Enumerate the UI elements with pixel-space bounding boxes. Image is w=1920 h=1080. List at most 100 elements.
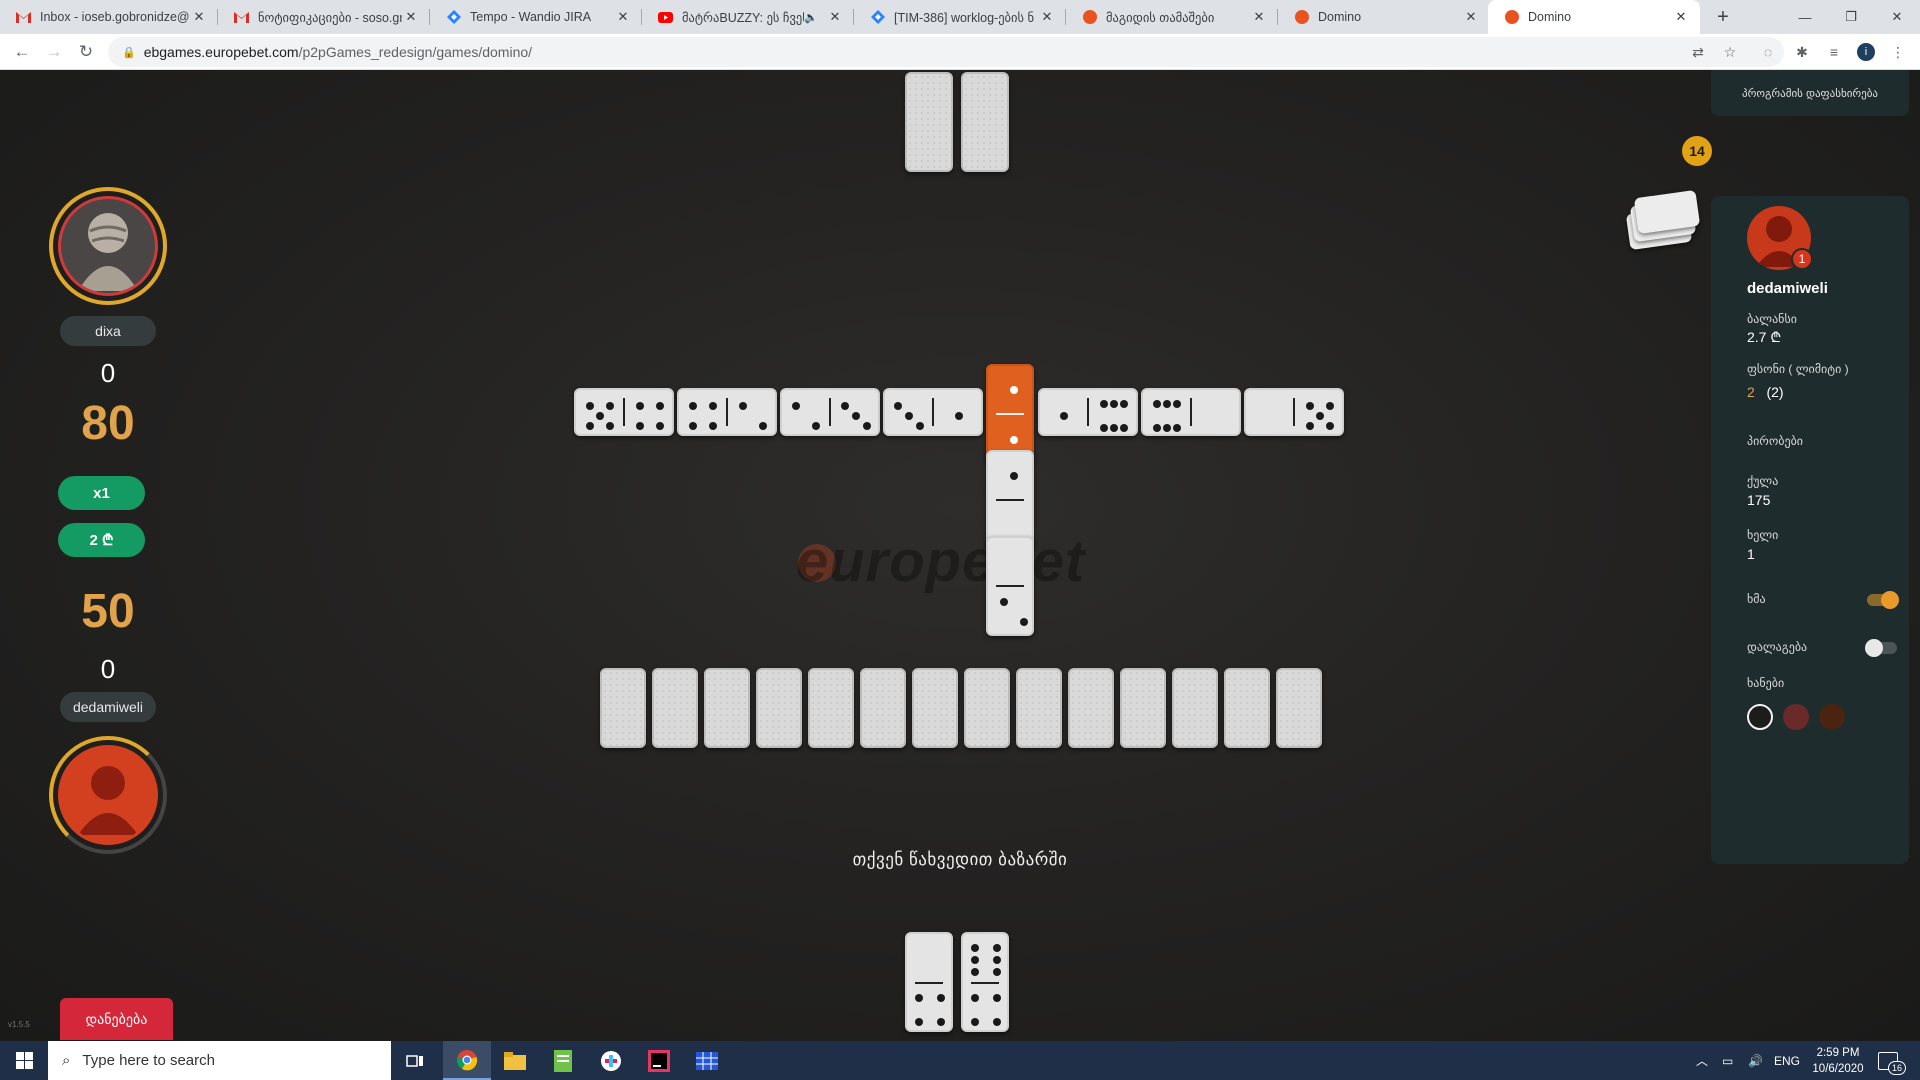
tab-jira-worklog[interactable]: [TIM-386] worklog-ების ნ ✕: [854, 0, 1066, 34]
close-tab-icon[interactable]: ✕: [1038, 8, 1056, 26]
search-icon: ⌕: [62, 1052, 71, 1069]
hand-domino[interactable]: [964, 668, 1010, 748]
close-tab-icon[interactable]: ✕: [402, 8, 420, 26]
search-placeholder: Type here to search: [82, 1052, 215, 1069]
europebet-icon: [1082, 10, 1097, 25]
boneyard-stack[interactable]: [1625, 189, 1701, 251]
tab-title: მაგიდის თამაშები: [1106, 10, 1215, 25]
opponent-points: 0: [100, 358, 116, 388]
hand-domino[interactable]: [704, 668, 750, 748]
tray-chevron-icon[interactable]: ︿: [1696, 1041, 1708, 1080]
language-indicator[interactable]: ENG: [1774, 1041, 1800, 1080]
close-tab-icon[interactable]: ✕: [826, 8, 844, 26]
hand-domino[interactable]: [600, 668, 646, 748]
tab-domino-active[interactable]: Domino ✕: [1488, 0, 1700, 34]
windows-start-icon[interactable]: [0, 1041, 48, 1080]
tab-title: მატრაBUZZY: ეს ჩვენ: [682, 10, 805, 25]
close-tab-icon[interactable]: ✕: [190, 8, 208, 26]
hand-domino[interactable]: [1068, 668, 1114, 748]
hand-domino[interactable]: [1224, 668, 1270, 748]
youtube-icon: [658, 10, 673, 25]
drawn-domino[interactable]: [961, 932, 1009, 1032]
close-tab-icon[interactable]: ✕: [1462, 8, 1480, 26]
color-swatch-maroon[interactable]: [1783, 704, 1809, 730]
hand-domino[interactable]: [1276, 668, 1322, 748]
multiplier-badge: x1: [58, 476, 145, 510]
extension-icon[interactable]: ◌: [1758, 42, 1778, 62]
rules-button[interactable]: პროგრამის დაფასხირება: [1711, 70, 1909, 116]
hand-domino[interactable]: [1120, 668, 1166, 748]
rank-badge: 1: [1791, 248, 1813, 270]
notifications-icon[interactable]: 16: [1878, 1041, 1906, 1080]
intellij-icon[interactable]: [635, 1041, 683, 1080]
tab-title: Tempo - Wandio JIRA: [470, 10, 592, 24]
address-bar[interactable]: 🔒 ebgames.europebet.com/p2pGames_redesig…: [108, 37, 1784, 67]
reload-icon[interactable]: ↻: [74, 40, 98, 64]
hand-domino[interactable]: [1172, 668, 1218, 748]
hand-domino[interactable]: [756, 668, 802, 748]
board-domino: [986, 450, 1034, 550]
minimize-icon[interactable]: —: [1782, 0, 1828, 34]
tab-jira-tempo[interactable]: Tempo - Wandio JIRA ✕: [430, 0, 642, 34]
player-score: 50: [81, 585, 135, 638]
forward-icon[interactable]: →: [42, 40, 66, 64]
taskbar-search[interactable]: ⌕ Type here to search: [48, 1041, 391, 1080]
file-explorer-icon[interactable]: [491, 1041, 539, 1080]
board-domino-double: [986, 364, 1034, 464]
task-view-icon[interactable]: [391, 1041, 439, 1080]
color-swatch-black[interactable]: [1747, 704, 1773, 730]
hand-domino[interactable]: [1016, 668, 1062, 748]
restore-icon[interactable]: ❐: [1828, 0, 1874, 34]
gmail-icon: [234, 10, 249, 25]
balance-label: ბალანსი: [1747, 312, 1797, 326]
volume-icon[interactable]: 🔊: [1748, 1041, 1763, 1080]
hand-domino[interactable]: [860, 668, 906, 748]
notification-count: 16: [1888, 1061, 1906, 1075]
tab-domino[interactable]: Domino ✕: [1278, 0, 1490, 34]
new-tab-button[interactable]: +: [1710, 5, 1736, 29]
side-panel: 1 dedamiweli ბალანსი 2.7 ₾ ფსონი ( ლიმიტ…: [1711, 196, 1909, 864]
surrender-button[interactable]: დანებება: [60, 998, 173, 1040]
menu-icon[interactable]: ⋮: [1888, 42, 1908, 62]
profile-icon[interactable]: i: [1856, 42, 1876, 62]
network-icon[interactable]: ▭: [1722, 1041, 1733, 1080]
tab-gmail-notifications[interactable]: ნოტიფიკაციები - soso.gr ✕: [218, 0, 430, 34]
close-tab-icon[interactable]: ✕: [1672, 8, 1690, 26]
drawn-domino[interactable]: [905, 932, 953, 1032]
tab-youtube[interactable]: მატრაBUZZY: ეს ჩვენ 🔈 ✕: [642, 0, 854, 34]
player-avatar: [49, 736, 167, 854]
notepad-icon[interactable]: [539, 1041, 587, 1080]
speaker-icon[interactable]: 🔈: [804, 11, 818, 24]
opponent-domino-back: [905, 72, 953, 172]
lock-icon[interactable]: 🔒: [122, 46, 136, 59]
slack-icon[interactable]: [587, 1041, 635, 1080]
color-swatch-brown[interactable]: [1819, 704, 1845, 730]
europebet-icon: [1504, 10, 1519, 25]
board-domino: [883, 388, 983, 436]
close-tab-icon[interactable]: ✕: [614, 8, 632, 26]
sort-toggle[interactable]: [1865, 639, 1897, 657]
back-icon[interactable]: ←: [10, 40, 34, 64]
star-icon[interactable]: ☆: [1720, 42, 1740, 62]
close-tab-icon[interactable]: ✕: [1250, 8, 1268, 26]
hand-domino[interactable]: [808, 668, 854, 748]
board-domino: [574, 388, 674, 436]
side-username: dedamiweli: [1747, 280, 1828, 297]
hand-domino[interactable]: [912, 668, 958, 748]
close-window-icon[interactable]: ✕: [1874, 0, 1920, 34]
boneyard-count: 14: [1682, 136, 1712, 166]
chrome-taskbar-icon[interactable]: [443, 1041, 491, 1080]
tab-title: [TIM-386] worklog-ების ნ: [894, 10, 1035, 25]
sound-toggle[interactable]: [1867, 591, 1899, 609]
player-points: 0: [100, 654, 116, 684]
browser-tab-strip: Inbox - ioseb.gobronidze@ ✕ ნოტიფიკაციებ…: [0, 0, 1920, 34]
taskbar-clock[interactable]: 2:59 PM 10/6/2020: [1798, 1045, 1878, 1077]
tab-table-games[interactable]: მაგიდის თამაშები ✕: [1066, 0, 1278, 34]
hand-domino[interactable]: [652, 668, 698, 748]
media-icon[interactable]: ≡: [1824, 42, 1844, 62]
puzzle-icon[interactable]: ✱: [1792, 42, 1812, 62]
spreadsheet-app-icon[interactable]: [683, 1041, 731, 1080]
board-domino: [1244, 388, 1344, 436]
translate-icon[interactable]: ⇄: [1688, 42, 1708, 62]
tab-gmail-inbox[interactable]: Inbox - ioseb.gobronidze@ ✕: [0, 0, 218, 34]
